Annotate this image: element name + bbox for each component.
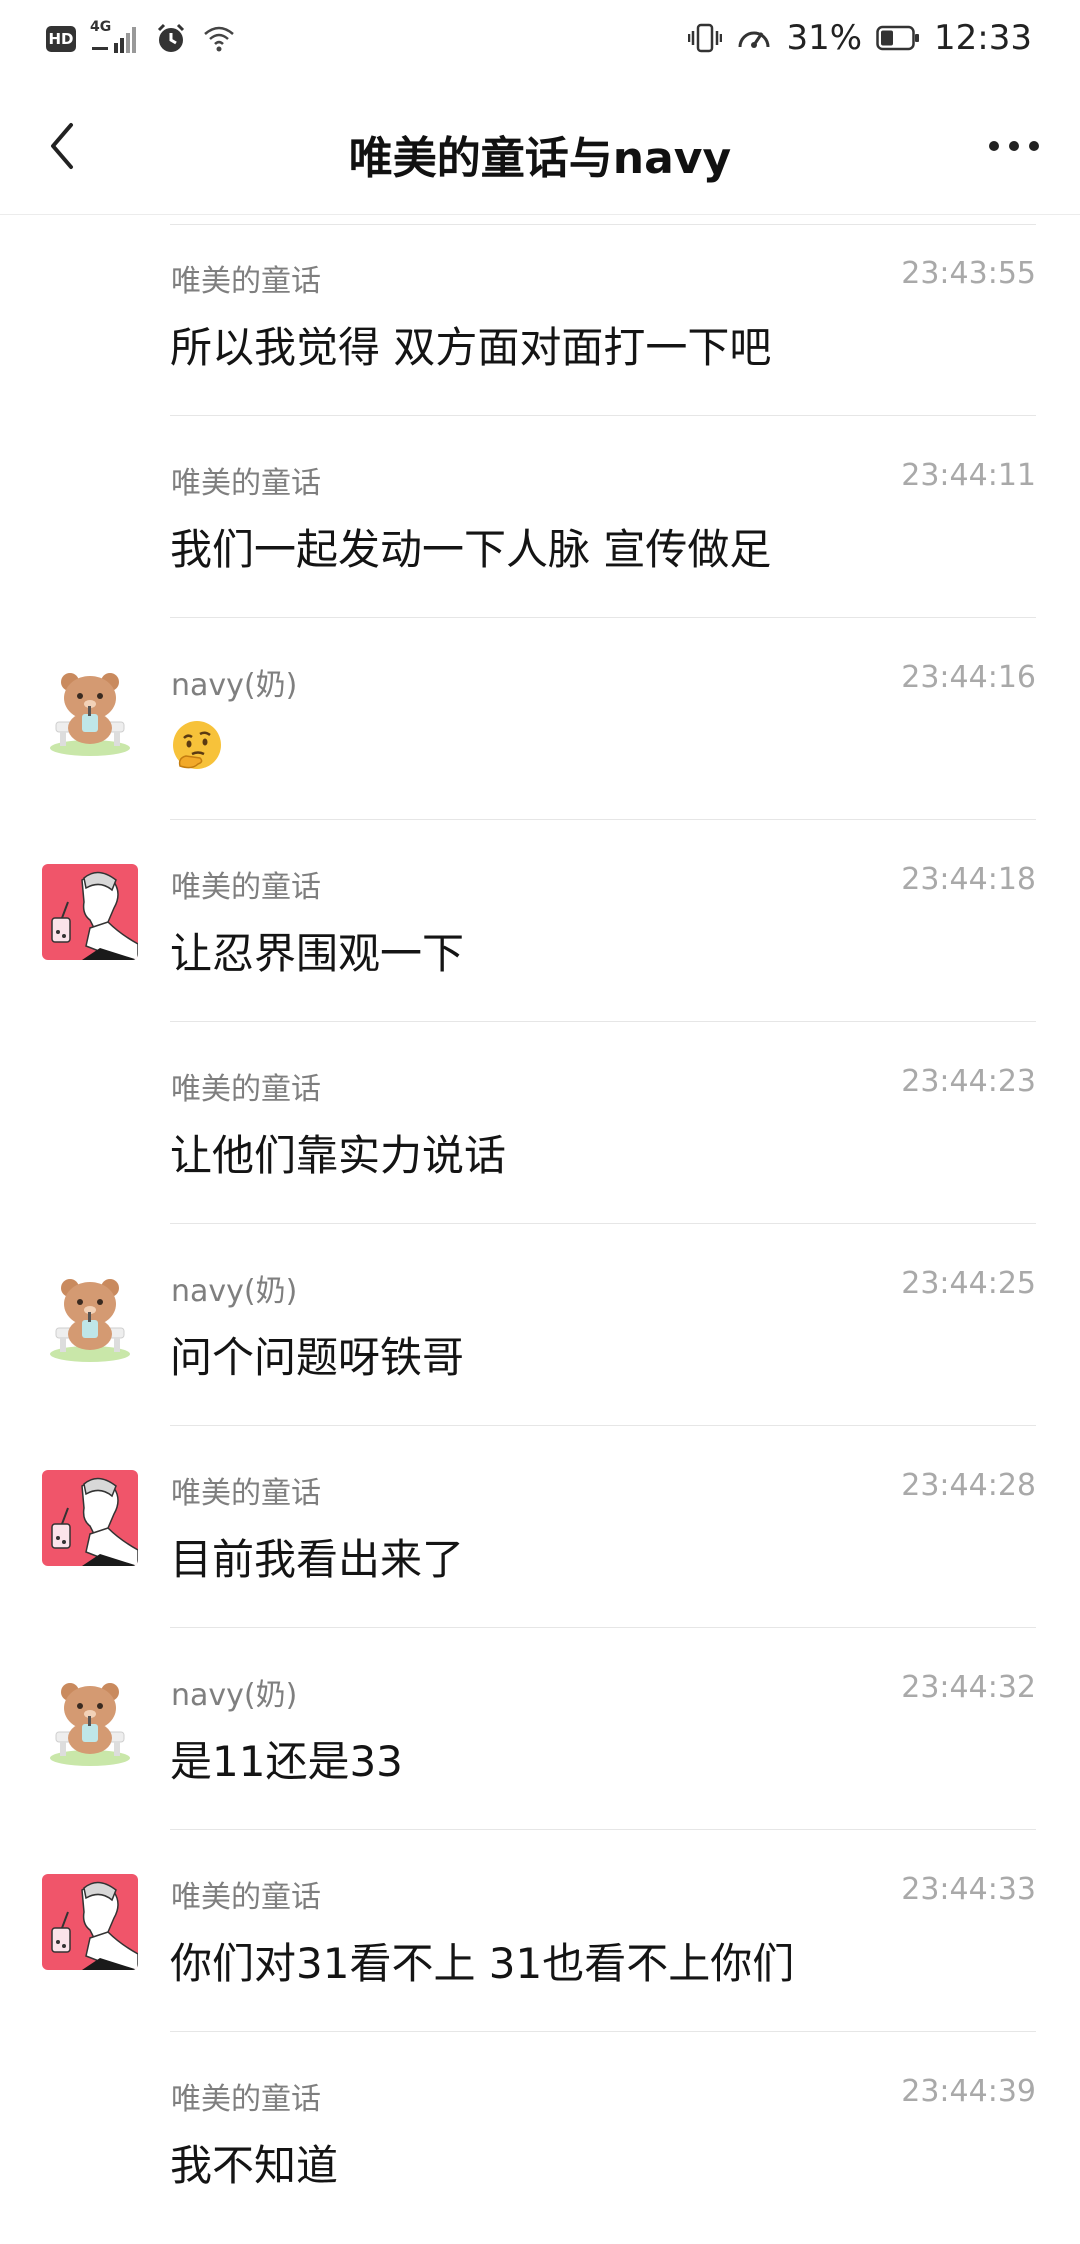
message-item[interactable]: 唯美的童话 23:44:39 我不知道 xyxy=(0,2032,1080,2234)
message-text[interactable]: 你们对31看不上 31也看不上你们 xyxy=(170,1930,794,1991)
message-text[interactable]: 问个问题呀铁哥 xyxy=(170,1324,464,1385)
message-item[interactable]: 唯美的童话 23:44:11 我们一起发动一下人脉 宣传做足 xyxy=(0,416,1080,618)
more-options-button[interactable] xyxy=(984,126,1044,166)
sender-name: 唯美的童话 xyxy=(171,264,321,299)
message-text[interactable]: 让忍界围观一下 xyxy=(170,920,464,981)
hd-icon: HD xyxy=(46,26,76,52)
message-item[interactable]: 唯美的童话 23:43:55 所以我觉得 双方面对面打一下吧 xyxy=(0,214,1080,416)
message-text[interactable]: 目前我看出来了 xyxy=(170,1526,464,1587)
message-time: 23:44:16 xyxy=(901,660,1036,695)
message-text[interactable]: 所以我觉得 双方面对面打一下吧 xyxy=(170,314,771,375)
signal-icon: 4G xyxy=(90,19,140,55)
sender-name: 唯美的童话 xyxy=(171,870,321,905)
speed-icon xyxy=(738,31,770,48)
bear-avatar[interactable] xyxy=(42,1268,138,1364)
message-time: 23:44:18 xyxy=(901,862,1036,897)
message-item[interactable]: navy(奶) 23:44:32 是11还是33 xyxy=(0,1628,1080,1830)
bear-avatar[interactable] xyxy=(42,1672,138,1768)
message-text[interactable]: 我不知道 xyxy=(170,2132,338,2193)
sender-name: navy(奶) xyxy=(171,1678,298,1713)
battery-percent: 31% xyxy=(786,18,863,58)
message-time: 23:44:33 xyxy=(901,1872,1036,1907)
message-item[interactable]: 唯美的童话 23:44:18 让忍界围观一下 xyxy=(0,820,1080,1022)
wifi-icon xyxy=(204,26,234,52)
message-text[interactable]: 是11还是33 xyxy=(170,1728,403,1789)
battery-icon xyxy=(876,25,920,51)
message-item[interactable]: 唯美的童话 23:44:23 让他们靠实力说话 xyxy=(0,1022,1080,1224)
message-time: 23:44:32 xyxy=(901,1670,1036,1705)
clock-time: 12:33 xyxy=(934,18,1032,58)
message-time: 23:44:39 xyxy=(901,2074,1036,2109)
sender-name: 唯美的童话 xyxy=(171,1880,321,1915)
message-item[interactable]: 唯美的童话 23:44:33 你们对31看不上 31也看不上你们 xyxy=(0,1830,1080,2032)
bear-avatar[interactable] xyxy=(42,662,138,758)
alarm-icon xyxy=(157,23,185,52)
message-item[interactable]: navy(奶) 23:44:25 问个问题呀铁哥 xyxy=(0,1224,1080,1426)
more-dots-icon xyxy=(989,141,1039,151)
man-avatar[interactable] xyxy=(42,1874,138,1970)
message-text[interactable]: 让他们靠实力说话 xyxy=(170,1122,506,1183)
message-time: 23:44:23 xyxy=(901,1064,1036,1099)
message-time: 23:43:55 xyxy=(901,256,1036,291)
message-item[interactable]: 唯美的童话 23:44:28 目前我看出来了 xyxy=(0,1426,1080,1628)
man-avatar[interactable] xyxy=(42,864,138,960)
message-text[interactable]: 我们一起发动一下人脉 宣传做足 xyxy=(170,516,771,577)
chat-title: 唯美的童话与navy xyxy=(348,133,732,184)
sender-name: navy(奶) xyxy=(171,1274,298,1309)
message-time: 23:44:11 xyxy=(901,458,1036,493)
sender-name: navy(奶) xyxy=(171,668,298,703)
status-bar: HD 4G 31% 12:33 xyxy=(0,0,1080,86)
chat-header: 唯美的童话与navy xyxy=(0,86,1080,215)
sender-name: 唯美的童话 xyxy=(171,1476,321,1511)
sender-name: 唯美的童话 xyxy=(171,466,321,501)
vibrate-icon xyxy=(688,23,723,53)
message-time: 23:44:28 xyxy=(901,1468,1036,1503)
message-time: 23:44:25 xyxy=(901,1266,1036,1301)
sender-name: 唯美的童话 xyxy=(171,1072,321,1107)
sender-name: 唯美的童话 xyxy=(171,2082,321,2117)
message-item[interactable]: navy(奶) 23:44:16 xyxy=(0,618,1080,820)
thinking-face-icon[interactable] xyxy=(170,718,224,772)
man-avatar[interactable] xyxy=(42,1470,138,1566)
